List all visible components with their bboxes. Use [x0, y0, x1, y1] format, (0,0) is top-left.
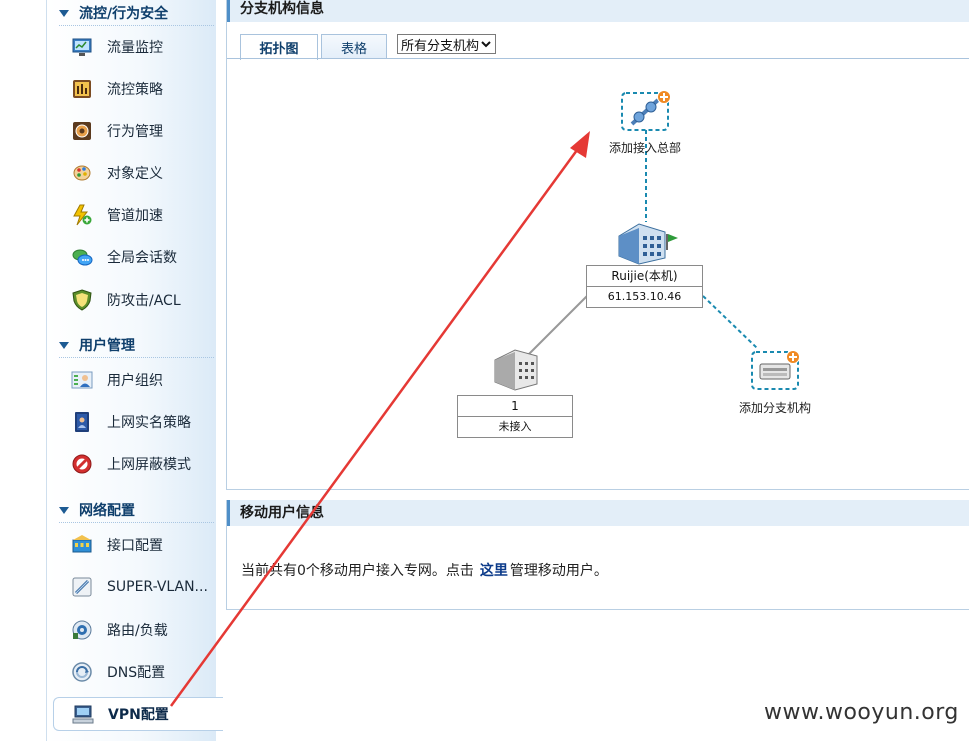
group-divider — [59, 522, 214, 523]
sidebar-item-vpn-config[interactable]: VPN配置 — [53, 697, 223, 731]
super-vlan-icon — [72, 577, 92, 597]
add-plus-icon — [657, 90, 671, 104]
branch-add-link-line — [702, 295, 758, 349]
sidebar-item-label: 流量监控 — [107, 40, 163, 56]
sidebar-item-label: 上网实名策略 — [107, 415, 191, 431]
add-branch-label[interactable]: 添加分支机构 — [732, 399, 818, 416]
add-branch-node[interactable] — [751, 350, 800, 390]
collapse-triangle-icon — [59, 507, 69, 514]
global-sessions-icon — [72, 249, 93, 266]
branch-info-panel: 分支机构信息 拓扑图 表格 所有分支机构 添加接入总部 Ruijie(本机) 6… — [226, 0, 969, 490]
sidebar-item-label: 上网屏蔽模式 — [107, 457, 191, 473]
sidebar-group-title: 流控/行为安全 — [79, 6, 169, 22]
local-device-ip: 61.153.10.46 — [607, 290, 682, 303]
sidebar-item-user-organization[interactable]: 用户组织 — [53, 364, 216, 396]
user-organization-icon — [71, 371, 93, 389]
sidebar-item-traffic-monitor[interactable]: 流量监控 — [53, 31, 216, 63]
topology-diagram — [494, 90, 800, 391]
flag-icon — [666, 234, 678, 250]
sidebar-group-user-management[interactable]: 用户管理 — [59, 334, 135, 356]
realname-policy-icon — [75, 412, 89, 432]
mobile-user-summary: 当前共有0个移动用户接入专网。点击 这里 管理移动用户。 — [241, 560, 608, 580]
sidebar-item-interface-config[interactable]: 接口配置 — [53, 529, 216, 561]
add-plus-icon — [786, 350, 800, 364]
local-device-building-icon — [618, 223, 666, 265]
sidebar-item-label: DNS配置 — [107, 665, 166, 681]
interface-config-icon — [72, 535, 92, 553]
routing-icon — [72, 620, 92, 640]
manage-mobile-users-link[interactable]: 这里 — [480, 563, 508, 579]
sidebar-item-super-vlan[interactable]: SUPER-VLAN... — [53, 571, 216, 603]
sidebar-item-dns[interactable]: DNS配置 — [53, 656, 216, 688]
sidebar-group-title: 用户管理 — [79, 338, 135, 354]
sidebar-item-block-mode[interactable]: 上网屏蔽模式 — [53, 448, 216, 480]
left-blank-area — [0, 0, 46, 741]
sidebar-group-network-config[interactable]: 网络配置 — [59, 499, 135, 521]
sidebar-item-label: 行为管理 — [107, 124, 163, 140]
router-icon — [759, 363, 791, 380]
group-divider — [59, 25, 214, 26]
mobile-text-after: 管理移动用户。 — [509, 563, 608, 579]
collapse-triangle-icon — [59, 342, 69, 349]
sidebar: 流控/行为安全 流量监控 流控策略 行为管理 对象定义 管道加速 全局会话数 防… — [47, 0, 223, 741]
sidebar-item-label: 路由/负载 — [107, 623, 168, 639]
traffic-monitor-icon — [72, 38, 92, 56]
sidebar-item-label: 对象定义 — [107, 166, 163, 182]
mobile-user-panel: 移动用户信息 当前共有0个移动用户接入专网。点击 这里 管理移动用户。 — [226, 500, 969, 610]
behavior-management-icon — [73, 122, 91, 140]
add-hq-label[interactable]: 添加接入总部 — [605, 139, 685, 156]
mobile-panel-title: 移动用户信息 — [227, 500, 969, 526]
pipeline-acceleration-icon — [73, 204, 92, 226]
sidebar-item-pipeline-acceleration[interactable]: 管道加速 — [53, 199, 216, 231]
sidebar-item-realname-policy[interactable]: 上网实名策略 — [53, 406, 216, 438]
sidebar-item-anti-attack-acl[interactable]: 防攻击/ACL — [53, 284, 216, 316]
block-mode-icon — [72, 454, 92, 474]
add-hq-node[interactable] — [621, 90, 671, 131]
collapse-triangle-icon — [59, 10, 69, 17]
local-device-box[interactable]: Ruijie(本机) 61.153.10.46 — [586, 265, 703, 308]
branch-1-name: 1 — [458, 396, 572, 417]
shield-icon — [72, 289, 92, 311]
object-definition-icon — [73, 165, 91, 181]
sidebar-item-object-definition[interactable]: 对象定义 — [53, 157, 216, 189]
branch-1-status: 未接入 — [498, 420, 532, 433]
dns-icon — [72, 662, 92, 682]
sidebar-item-flow-policy[interactable]: 流控策略 — [53, 73, 216, 105]
branch-1-link-line — [526, 295, 588, 357]
branch-building-icon — [494, 349, 538, 391]
sidebar-group-title: 网络配置 — [79, 503, 135, 519]
sidebar-item-label: 防攻击/ACL — [107, 293, 181, 309]
branch-1-box[interactable]: 1 未接入 — [457, 395, 573, 438]
sidebar-item-label: 管道加速 — [107, 208, 163, 224]
sidebar-item-label: 用户组织 — [107, 373, 163, 389]
sidebar-group-flow-security[interactable]: 流控/行为安全 — [59, 2, 168, 24]
flow-policy-icon — [73, 80, 91, 98]
sidebar-item-label: SUPER-VLAN... — [107, 579, 208, 595]
group-divider — [59, 357, 214, 358]
sidebar-item-label: VPN配置 — [108, 707, 169, 723]
sidebar-item-label: 流控策略 — [107, 82, 163, 98]
mobile-text-before: 当前共有0个移动用户接入专网。点击 — [241, 563, 474, 579]
sidebar-item-global-sessions[interactable]: 全局会话数 — [53, 241, 216, 273]
sidebar-item-behavior-management[interactable]: 行为管理 — [53, 115, 216, 147]
sidebar-item-label: 接口配置 — [107, 538, 163, 554]
watermark: www.wooyun.org — [764, 700, 959, 725]
sidebar-item-routing[interactable]: 路由/负载 — [53, 614, 216, 646]
vpn-computer-icon — [72, 705, 94, 724]
sidebar-item-label: 全局会话数 — [107, 250, 177, 266]
local-device-name: Ruijie(本机) — [587, 266, 702, 287]
